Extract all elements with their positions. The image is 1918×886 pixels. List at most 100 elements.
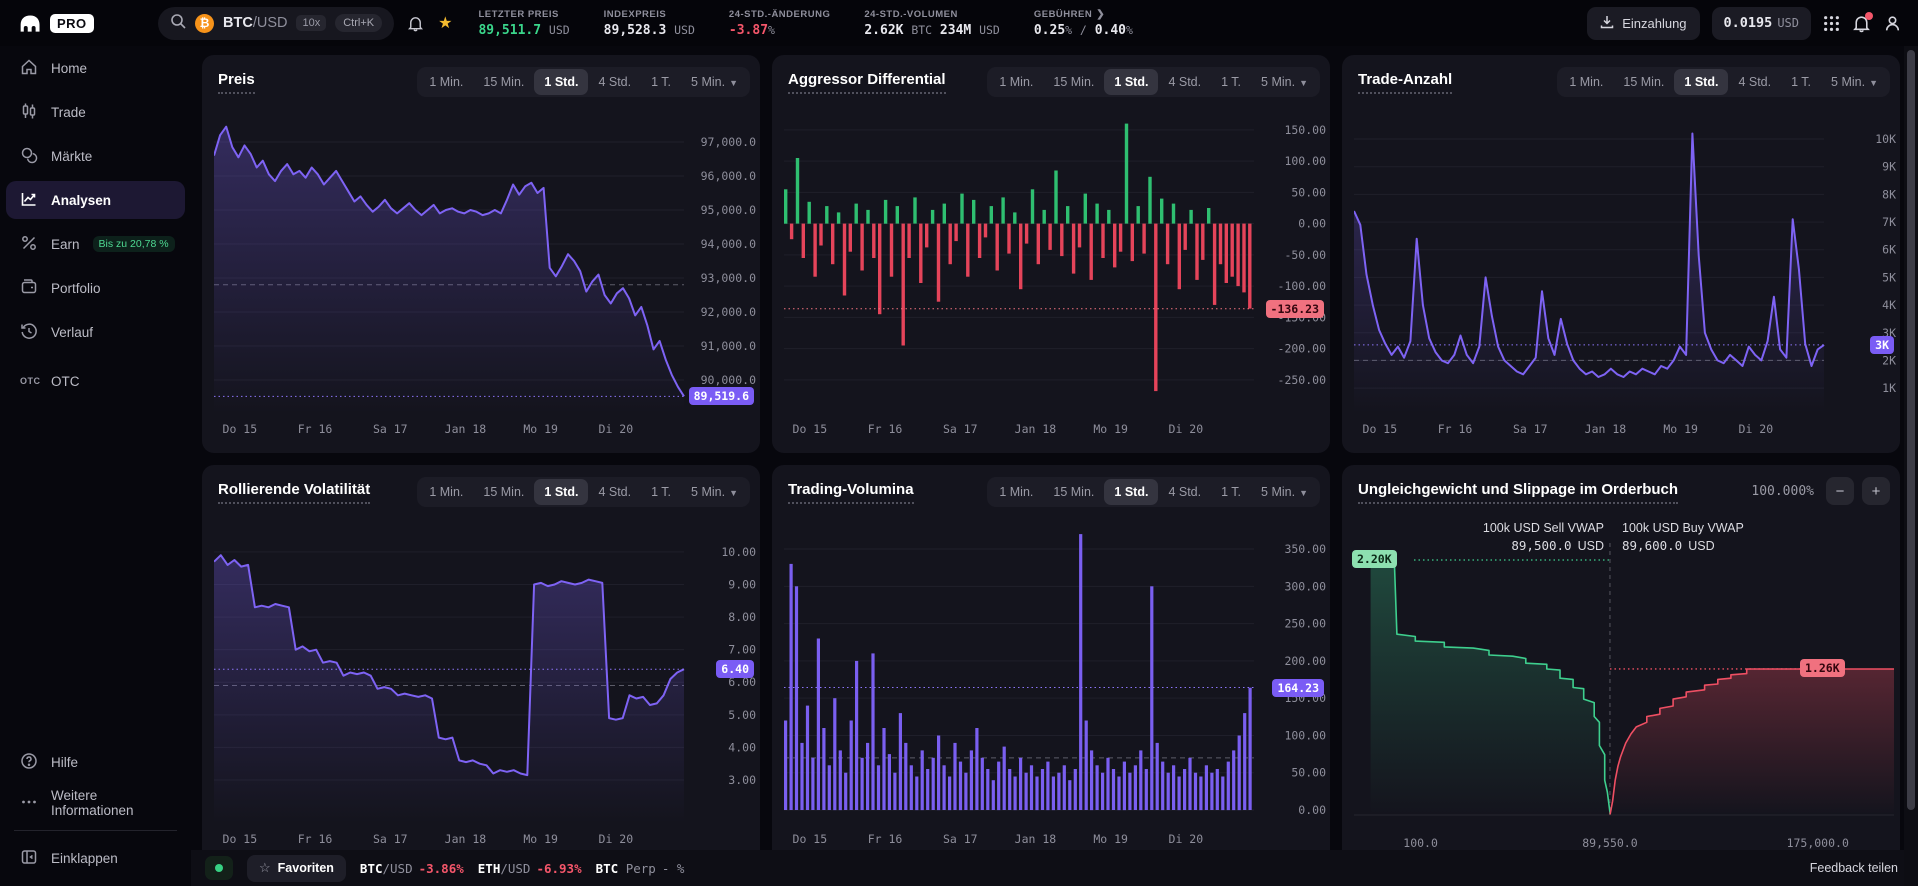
svg-text:Di 20: Di 20 [599,422,634,436]
svg-text:89,550.0: 89,550.0 [1582,836,1637,850]
svg-text:Do 15: Do 15 [793,422,828,436]
volatilitaet-chart[interactable]: 10.009.008.007.006.005.004.003.00Do 15Fr… [214,513,760,850]
sidebar-item-analysen[interactable]: Analysen [6,181,185,219]
sidebar-item-home[interactable]: Home [6,49,185,87]
balance-pill[interactable]: 0.0195USD [1712,7,1811,40]
tab-1min[interactable]: 1 Min. [989,69,1043,95]
top-bar: PRO ₿ BTC/USD 10x Ctrl+K ★ LETZTER PREIS… [0,0,1918,46]
tab-1min[interactable]: 1 Min. [989,479,1043,505]
chevron-down-icon: ▼ [1299,488,1308,498]
brand[interactable]: PRO [18,12,158,34]
tab-5min[interactable]: 5 Min.▼ [681,479,748,505]
stat-fees[interactable]: GEBÜHREN ❯ 0.25% / 0.40% [1034,9,1133,38]
sidebar-item-otc[interactable]: OTC OTC [6,362,185,400]
svg-text:-200.00: -200.00 [1278,342,1327,356]
sidebar-item-hilfe[interactable]: Hilfe [6,743,185,781]
chevron-down-icon: ▼ [729,488,738,498]
sidebar-divider [14,830,177,831]
svg-text:Do 15: Do 15 [223,422,258,436]
download-icon [1600,15,1614,32]
sidebar-item-portfolio[interactable]: Portfolio [6,269,185,307]
tab-15min[interactable]: 15 Min. [1043,69,1104,95]
notifications-bell-icon[interactable] [1852,14,1871,33]
svg-text:Sa 17: Sa 17 [373,832,408,846]
tab-4std[interactable]: 4 Std. [1158,69,1211,95]
tab-1t[interactable]: 1 T. [641,69,681,95]
leverage-badge: 10x [296,15,326,31]
svg-text:Fr 16: Fr 16 [298,422,333,436]
current-value-badge: 3K [1870,336,1894,354]
account-icon[interactable] [1883,14,1902,33]
tab-1std[interactable]: 1 Std. [534,479,588,505]
tab-5min[interactable]: 5 Min.▼ [1251,479,1318,505]
ticker-btc-perp[interactable]: BTC Perp- % [596,861,685,876]
sidebar-item-trade[interactable]: Trade [6,93,185,131]
svg-text:4K: 4K [1882,298,1896,312]
panel-title-trade-anzahl: Trade-Anzahl [1358,71,1452,94]
svg-text:Jan 18: Jan 18 [1015,422,1057,436]
charts-area: Preis 1 Min.15 Min.1 Std.4 Std.1 T.5 Min… [191,46,1904,850]
chevron-right-icon: ❯ [1096,9,1105,20]
sidebar-item-verlauf[interactable]: Verlauf [6,313,185,351]
tab-4std[interactable]: 4 Std. [1728,69,1781,95]
pair-selector[interactable]: ₿ BTC/USD 10x Ctrl+K [158,7,394,40]
trade-anzahl-chart[interactable]: 10K9K8K7K6K5K4K3K2K1KDo 15Fr 16Sa 17Jan … [1354,103,1900,441]
tab-4std[interactable]: 4 Std. [588,479,641,505]
tab-4std[interactable]: 4 Std. [588,69,641,95]
tab-15min[interactable]: 15 Min. [473,479,534,505]
zoom-in-button[interactable]: + [1862,477,1890,505]
preis-chart[interactable]: 97,000.096,000.095,000.094,000.093,000.0… [214,103,760,441]
aggressor-chart[interactable]: 150.00100.0050.000.00-50.00-100.00-150.0… [784,103,1330,441]
tab-1std[interactable]: 1 Std. [1104,69,1158,95]
svg-text:91,000.0: 91,000.0 [701,339,756,353]
ticker-btc-usd[interactable]: BTC/USD-3.86% [360,861,464,876]
favorites-button[interactable]: ☆ Favoriten [247,855,346,882]
svg-text:250.00: 250.00 [1284,617,1326,631]
svg-text:Jan 18: Jan 18 [445,422,487,436]
tab-15min[interactable]: 15 Min. [473,69,534,95]
sidebar-item-maerkte[interactable]: Märkte [6,137,185,175]
tab-1std[interactable]: 1 Std. [534,69,588,95]
sidebar-item-weitere-informationen[interactable]: Weitere Informationen [6,784,185,822]
tab-1std[interactable]: 1 Std. [1674,69,1728,95]
stat-24h-volume: 24-STD.-VOLUMEN 2.62K BTC 234M USD [864,9,1000,38]
tab-1t[interactable]: 1 T. [641,479,681,505]
ticker-eth-usd[interactable]: ETH/USD-6.93% [478,861,582,876]
apps-grid-icon[interactable] [1823,15,1840,32]
volumina-chart[interactable]: 350.00300.00250.00200.00150.00100.0050.0… [784,513,1330,850]
tab-15min[interactable]: 15 Min. [1613,69,1674,95]
tab-1t[interactable]: 1 T. [1211,479,1251,505]
svg-text:100.00: 100.00 [1284,728,1326,742]
svg-text:-50.00: -50.00 [1284,248,1326,262]
tab-4std[interactable]: 4 Std. [1158,479,1211,505]
feedback-link[interactable]: Feedback teilen [1810,861,1898,875]
current-value-badge: 164.23 [1272,679,1324,697]
svg-text:Fr 16: Fr 16 [1438,422,1473,436]
svg-text:Sa 17: Sa 17 [373,422,408,436]
price-alert-bell-icon[interactable] [407,15,424,32]
star-outline-icon: ☆ [259,860,271,876]
sidebar-collapse-button[interactable]: Einklappen [6,839,185,877]
page-scrollbar[interactable] [1904,46,1918,886]
sidebar-item-earn[interactable]: Earn Bis zu 20,78 % [6,225,185,263]
scrollbar-thumb[interactable] [1907,50,1915,810]
deposit-button[interactable]: Einzahlung [1587,7,1699,40]
zoom-out-button[interactable]: − [1826,477,1854,505]
tab-1min[interactable]: 1 Min. [1559,69,1613,95]
tab-1t[interactable]: 1 T. [1211,69,1251,95]
history-icon [20,322,38,343]
orderbook-depth-chart[interactable]: 100.089,550.0175,000.0 [1354,513,1900,850]
tab-5min[interactable]: 5 Min.▼ [1251,69,1318,95]
tab-1t[interactable]: 1 T. [1781,69,1821,95]
favorite-star-icon[interactable]: ★ [438,13,452,33]
tab-15min[interactable]: 15 Min. [1043,479,1104,505]
panel-title-aggressor: Aggressor Differential [788,71,946,94]
connection-status[interactable] [205,856,233,880]
tab-1std[interactable]: 1 Std. [1104,479,1158,505]
tab-1min[interactable]: 1 Min. [419,69,473,95]
tab-1min[interactable]: 1 Min. [419,479,473,505]
stat-index-price: INDEXPREIS 89,528.3 USD [604,9,695,38]
svg-text:7.00: 7.00 [728,643,756,657]
tab-5min[interactable]: 5 Min.▼ [681,69,748,95]
tab-5min[interactable]: 5 Min.▼ [1821,69,1888,95]
